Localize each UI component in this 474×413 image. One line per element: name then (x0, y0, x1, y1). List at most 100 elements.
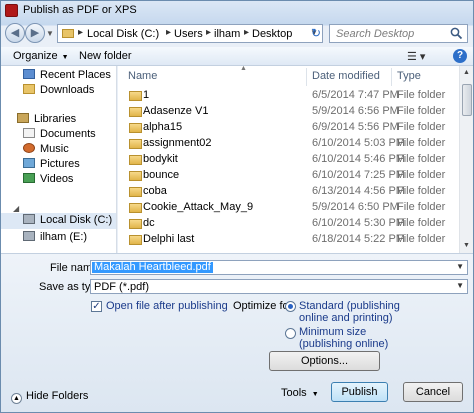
address-bar[interactable]: ▸ Local Disk (C:) ▸ Users ▸ ilham ▸ Desk… (57, 24, 323, 43)
computer-expander-icon[interactable]: ◢ (13, 204, 19, 218)
list-item[interactable]: assignment02 6/10/2014 5:03 PM File folder (118, 136, 458, 152)
breadcrumb-ilham[interactable]: ilham (214, 28, 240, 40)
file-name: 1 (143, 89, 150, 101)
file-date: 6/9/2014 5:56 PM (312, 121, 399, 133)
file-name: dc (143, 217, 155, 229)
videos-icon (23, 173, 35, 183)
scroll-up-arrow-icon[interactable]: ▲ (463, 69, 470, 76)
sidebar-item-local-disk[interactable]: Local Disk (C:) (23, 214, 112, 228)
file-name: bounce (143, 169, 180, 181)
tools-label: Tools (281, 387, 307, 399)
sidebar-item-recent-places[interactable]: Recent Places (23, 69, 111, 83)
file-name-field[interactable]: Makalah Heartbleed.pdf ▼ (90, 260, 468, 275)
standard-option-line2: online and printing) (299, 312, 393, 324)
column-header-date[interactable]: Date modified (312, 70, 380, 82)
list-item[interactable]: Delphi last 6/18/2014 5:22 PM File folder (118, 232, 458, 248)
sidebar-item-music[interactable]: Music (23, 143, 69, 157)
file-date: 6/5/2014 7:47 PM (312, 89, 399, 101)
forward-arrow-icon[interactable]: ▶ (25, 23, 45, 43)
column-header-name[interactable]: Name (128, 70, 157, 82)
file-date: 6/10/2014 5:46 PM (312, 153, 405, 165)
documents-icon (23, 128, 35, 138)
recent-places-icon (23, 69, 35, 79)
chevron-down-icon[interactable]: ▼ (456, 281, 464, 290)
folder-icon (129, 235, 142, 245)
file-name: Delphi last (143, 233, 195, 245)
file-date: 6/10/2014 5:30 PM (312, 217, 405, 229)
column-header-type[interactable]: Type (397, 70, 421, 82)
list-item[interactable]: bounce 6/10/2014 7:25 PM File folder (118, 168, 458, 184)
cancel-button[interactable]: Cancel (403, 382, 463, 402)
scrollbar-thumb[interactable] (462, 84, 472, 116)
file-date: 6/13/2014 4:56 PM (312, 185, 405, 197)
breadcrumb-desktop[interactable]: Desktop (252, 28, 292, 40)
open-after-publishing-checkbox[interactable]: ✓ (91, 301, 102, 312)
sidebar-item-label: Libraries (34, 113, 77, 125)
search-icon[interactable] (450, 27, 463, 40)
list-item[interactable]: Adasenze V1 5/9/2014 6:56 PM File folder (118, 104, 458, 120)
new-folder-button[interactable]: New folder (79, 50, 132, 62)
window-title: Publish as PDF or XPS (23, 4, 137, 16)
file-name: Adasenze V1 (143, 105, 209, 117)
sort-ascending-icon: ▲ (240, 66, 247, 72)
file-type: File folder (397, 169, 446, 181)
breadcrumb-users[interactable]: Users (174, 28, 203, 40)
sidebar-item-label: Videos (40, 173, 74, 185)
local-disk-icon (23, 214, 35, 224)
libraries-icon (17, 113, 29, 123)
list-item[interactable]: Cookie_Attack_May_9 5/9/2014 6:50 PM File … (118, 200, 458, 216)
change-view-icon[interactable]: ☰ ▾ (407, 50, 425, 63)
file-type: File folder (397, 121, 446, 133)
help-icon[interactable]: ? (453, 49, 467, 63)
sidebar-item-ilham-drive[interactable]: ilham (E:) (23, 231, 87, 245)
refresh-icon[interactable]: ↻ (309, 24, 323, 43)
tools-button[interactable]: Tools ▼ (281, 387, 319, 399)
chevron-down-icon[interactable]: ▼ (456, 262, 464, 271)
sidebar-item-videos[interactable]: Videos (23, 173, 73, 187)
folder-icon (129, 107, 142, 117)
search-placeholder: Search Desktop (336, 28, 415, 40)
breadcrumb-local-disk[interactable]: Local Disk (C:) (87, 28, 159, 40)
folder-icon (129, 203, 142, 213)
column-divider (306, 68, 307, 86)
organize-button[interactable]: Organize ▼ (13, 50, 69, 62)
file-list-scrollbar[interactable]: ▲ ▼ (459, 66, 473, 253)
sidebar-item-label: Local Disk (C:) (40, 214, 113, 226)
pictures-icon (23, 158, 35, 168)
file-type: File folder (397, 185, 446, 197)
hide-folders-button[interactable]: ▲ Hide Folders (11, 390, 88, 404)
breadcrumb-separator-icon: ▸ (206, 27, 212, 38)
file-type: File folder (397, 217, 446, 229)
list-item[interactable]: coba 6/13/2014 4:56 PM File folder (118, 184, 458, 200)
sidebar-item-label: Pictures (40, 158, 80, 170)
chevron-up-icon: ▲ (11, 393, 22, 404)
sidebar-item-documents[interactable]: Documents (23, 128, 96, 142)
sidebar-item-label: ilham (E:) (40, 231, 88, 243)
title-bar: Publish as PDF or XPS (1, 1, 473, 21)
scroll-down-arrow-icon[interactable]: ▼ (463, 242, 470, 249)
sidebar-item-pictures[interactable]: Pictures (23, 158, 80, 172)
sidebar-item-libraries[interactable]: Libraries (17, 113, 76, 127)
publish-button[interactable]: Publish (331, 382, 388, 402)
sidebar-item-downloads[interactable]: Downloads (23, 84, 94, 98)
list-item[interactable]: bodykit 6/10/2014 5:46 PM File folder (118, 152, 458, 168)
chevron-down-icon: ▼ (311, 391, 319, 398)
save-as-type-select[interactable]: PDF (*.pdf) ▼ (90, 279, 468, 294)
list-item[interactable]: alpha15 6/9/2014 5:56 PM File folder (118, 120, 458, 136)
breadcrumb-separator-icon: ▸ (78, 27, 84, 38)
back-arrow-icon[interactable]: ◀ (5, 23, 25, 43)
list-item[interactable]: dc 6/10/2014 5:30 PM File folder (118, 216, 458, 232)
options-button[interactable]: Options... (269, 351, 380, 371)
file-type: File folder (397, 137, 446, 149)
list-item[interactable]: 1 6/5/2014 7:47 PM File folder (118, 88, 458, 104)
file-name: bodykit (143, 153, 178, 165)
standard-radio[interactable] (285, 301, 296, 312)
minimum-size-radio[interactable] (285, 328, 296, 339)
file-date: 6/10/2014 5:03 PM (312, 137, 405, 149)
file-type: File folder (397, 153, 446, 165)
recent-locations-dropdown-icon[interactable]: ▼ (46, 29, 54, 38)
file-name: Cookie_Attack_May_9 (143, 201, 254, 213)
sidebar-item-label: Downloads (40, 84, 95, 96)
search-input[interactable]: Search Desktop (329, 24, 468, 43)
file-name: assignment02 (143, 137, 212, 149)
